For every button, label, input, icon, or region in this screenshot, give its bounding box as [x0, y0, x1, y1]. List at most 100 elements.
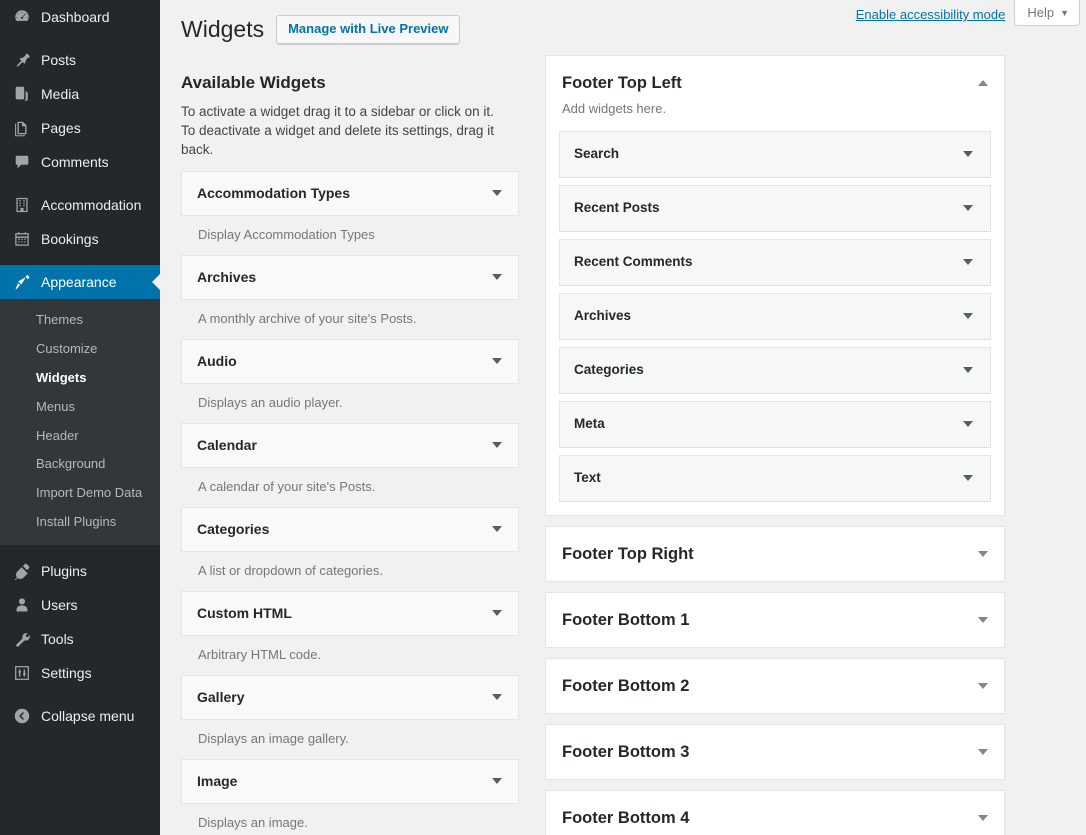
sidebar-panel-header[interactable]: Footer Bottom 2 [546, 659, 1004, 713]
available-widget-description: Display Accommodation Types [198, 227, 375, 242]
available-widget-header[interactable]: Categories [182, 508, 518, 551]
sidebar-widget-title: Archives [574, 308, 632, 323]
available-widget-header[interactable]: Gallery [182, 676, 518, 719]
appearance-brush-icon [12, 272, 32, 292]
page-title: Widgets [181, 16, 265, 42]
available-widget[interactable]: Accommodation Types [181, 171, 519, 216]
sidebar-widget[interactable]: Search [559, 131, 991, 178]
available-widget-title: Gallery [197, 689, 245, 705]
sidebar-item-media[interactable]: Media [0, 77, 160, 111]
chevron-down-icon[interactable] [492, 358, 502, 364]
available-widget-description: Arbitrary HTML code. [198, 647, 322, 662]
chevron-down-icon[interactable] [492, 778, 502, 784]
submenu-item-menus[interactable]: Menus [0, 393, 160, 422]
chevron-down-icon[interactable] [492, 610, 502, 616]
sidebar-panel: Footer Bottom 4 [545, 790, 1005, 835]
sidebar-item-dashboard[interactable]: Dashboard [0, 0, 160, 34]
sidebar-panel-title: Footer Bottom 2 [562, 677, 690, 695]
available-widget[interactable]: Gallery [181, 675, 519, 720]
chevron-down-icon[interactable] [492, 190, 502, 196]
sidebar-item-settings[interactable]: Settings [0, 656, 160, 690]
available-widget-title: Categories [197, 521, 270, 537]
collapse-arrow-icon [12, 706, 32, 726]
sidebar-widget[interactable]: Recent Comments [559, 239, 991, 286]
sidebar-item-comments[interactable]: Comments [0, 145, 160, 179]
chevron-down-icon[interactable] [963, 367, 973, 373]
available-widget[interactable]: Categories [181, 507, 519, 552]
available-widget-header[interactable]: Custom HTML [182, 592, 518, 635]
wrench-icon [12, 629, 32, 649]
chevron-down-icon[interactable] [492, 526, 502, 532]
plug-icon [12, 561, 32, 581]
submenu-item-import-demo-data[interactable]: Import Demo Data [0, 479, 160, 508]
menu-separator [0, 545, 160, 554]
sidebar-panel-header[interactable]: Footer Bottom 4 [546, 791, 1004, 835]
sidebar-item-accommodation[interactable]: Accommodation [0, 188, 160, 222]
available-widget-header[interactable]: Image [182, 760, 518, 803]
sidebar-widget[interactable]: Text [559, 455, 991, 502]
available-widget-header[interactable]: Archives [182, 256, 518, 299]
sidebar-widget[interactable]: Recent Posts [559, 185, 991, 232]
chevron-down-icon[interactable] [963, 205, 973, 211]
sidebar-panel-title: Footer Top Right [562, 545, 694, 563]
available-widget-title: Archives [197, 269, 257, 285]
sidebar-item-label: Dashboard [41, 9, 110, 25]
available-widget[interactable]: Image [181, 759, 519, 804]
building-icon [12, 195, 32, 215]
settings-sliders-icon [12, 663, 32, 683]
chevron-down-icon[interactable] [978, 815, 988, 821]
available-widgets-heading: Available Widgets [181, 73, 326, 92]
chevron-down-icon[interactable] [963, 259, 973, 265]
sidebar-panel-header[interactable]: Footer Bottom 3 [546, 725, 1004, 779]
submenu-item-widgets[interactable]: Widgets [0, 364, 160, 393]
sidebar-panel-header[interactable]: Footer Top Left [546, 56, 1004, 94]
available-widget[interactable]: Audio [181, 339, 519, 384]
chevron-up-icon[interactable] [978, 80, 988, 86]
available-widget-header[interactable]: Accommodation Types [182, 172, 518, 215]
sidebar-panel: Footer Top Right [545, 526, 1005, 582]
help-tab-button[interactable]: Help ▼ [1014, 0, 1080, 26]
sidebar-panel-header[interactable]: Footer Top Right [546, 527, 1004, 581]
sidebar-item-tools[interactable]: Tools [0, 622, 160, 656]
chevron-down-icon[interactable] [978, 617, 988, 623]
chevron-down-icon[interactable] [963, 475, 973, 481]
chevron-down-icon[interactable] [963, 313, 973, 319]
sidebar-panel-header[interactable]: Footer Bottom 1 [546, 593, 1004, 647]
enable-accessibility-mode-link[interactable]: Enable accessibility mode [856, 4, 1006, 26]
chevron-down-icon[interactable] [978, 749, 988, 755]
submenu-item-install-plugins[interactable]: Install Plugins [0, 508, 160, 537]
sidebar-item-posts[interactable]: Posts [0, 43, 160, 77]
chevron-down-icon[interactable] [492, 442, 502, 448]
sidebar-panel-title: Footer Bottom 1 [562, 611, 690, 629]
sidebar-item-appearance[interactable]: Appearance [0, 265, 160, 299]
available-widget[interactable]: Archives [181, 255, 519, 300]
available-widget-header[interactable]: Calendar [182, 424, 518, 467]
sidebar-widget-title: Meta [574, 416, 605, 431]
sidebar-item-label: Settings [41, 665, 92, 682]
submenu-item-customize[interactable]: Customize [0, 335, 160, 364]
chevron-down-icon[interactable] [963, 151, 973, 157]
submenu-item-themes[interactable]: Themes [0, 306, 160, 335]
chevron-down-icon[interactable] [978, 551, 988, 557]
available-widget[interactable]: Custom HTML [181, 591, 519, 636]
submenu-item-background[interactable]: Background [0, 450, 160, 479]
manage-with-live-preview-button[interactable]: Manage with Live Preview [276, 15, 461, 44]
sidebar-item-pages[interactable]: Pages [0, 111, 160, 145]
available-widget-header[interactable]: Audio [182, 340, 518, 383]
sidebar-item-bookings[interactable]: Bookings [0, 222, 160, 256]
sidebar-item-collapse-menu[interactable]: Collapse menu [0, 699, 160, 733]
sidebar-widget[interactable]: Archives [559, 293, 991, 340]
chevron-down-icon[interactable] [492, 274, 502, 280]
sidebar-item-plugins[interactable]: Plugins [0, 554, 160, 588]
sidebar-widget[interactable]: Meta [559, 401, 991, 448]
submenu-item-header[interactable]: Header [0, 422, 160, 451]
chevron-down-icon[interactable] [978, 683, 988, 689]
chevron-down-icon[interactable] [492, 694, 502, 700]
sidebar-item-label: Media [41, 86, 80, 102]
chevron-down-icon[interactable] [963, 421, 973, 427]
sidebar-widget[interactable]: Categories [559, 347, 991, 394]
sidebar-panel-description: Add widgets here. [562, 101, 667, 116]
available-widget[interactable]: Calendar [181, 423, 519, 468]
sidebar-item-users[interactable]: Users [0, 588, 160, 622]
available-widgets-column: Available Widgets To activate a widget d… [181, 72, 521, 835]
